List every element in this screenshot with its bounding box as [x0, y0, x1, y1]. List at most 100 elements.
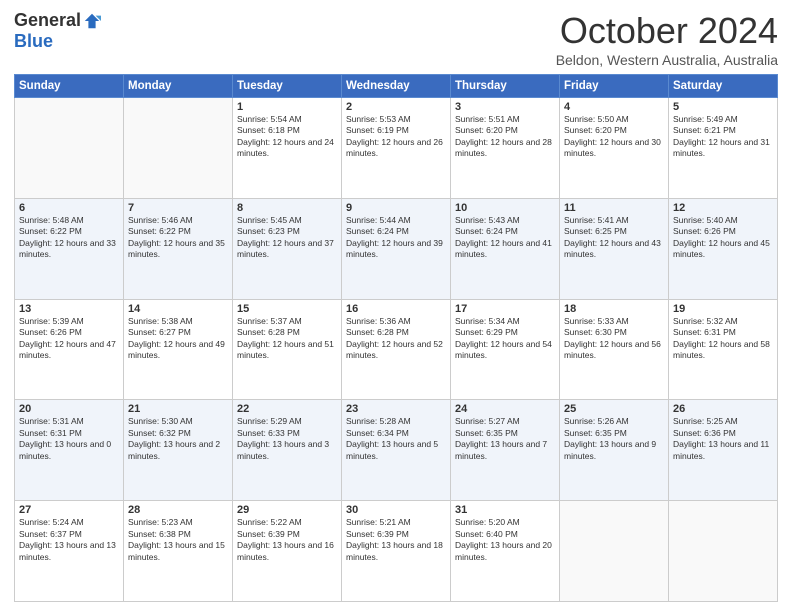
day-info: Sunrise: 5:31 AM Sunset: 6:31 PM Dayligh… [19, 416, 119, 462]
day-info: Sunrise: 5:54 AM Sunset: 6:18 PM Dayligh… [237, 114, 337, 160]
calendar-cell: 18Sunrise: 5:33 AM Sunset: 6:30 PM Dayli… [560, 299, 669, 400]
calendar-day-header: Saturday [669, 75, 778, 98]
calendar-cell: 7Sunrise: 5:46 AM Sunset: 6:22 PM Daylig… [124, 198, 233, 299]
calendar-cell [560, 501, 669, 602]
location-title: Beldon, Western Australia, Australia [556, 52, 778, 68]
day-info: Sunrise: 5:39 AM Sunset: 6:26 PM Dayligh… [19, 316, 119, 362]
calendar-cell: 4Sunrise: 5:50 AM Sunset: 6:20 PM Daylig… [560, 98, 669, 199]
day-number: 24 [455, 403, 555, 415]
day-info: Sunrise: 5:27 AM Sunset: 6:35 PM Dayligh… [455, 416, 555, 462]
day-number: 31 [455, 504, 555, 516]
day-number: 18 [564, 303, 664, 315]
day-number: 30 [346, 504, 446, 516]
day-number: 19 [673, 303, 773, 315]
day-info: Sunrise: 5:40 AM Sunset: 6:26 PM Dayligh… [673, 215, 773, 261]
day-number: 10 [455, 202, 555, 214]
day-number: 15 [237, 303, 337, 315]
day-number: 4 [564, 101, 664, 113]
calendar-cell: 15Sunrise: 5:37 AM Sunset: 6:28 PM Dayli… [233, 299, 342, 400]
day-info: Sunrise: 5:37 AM Sunset: 6:28 PM Dayligh… [237, 316, 337, 362]
day-number: 9 [346, 202, 446, 214]
day-info: Sunrise: 5:53 AM Sunset: 6:19 PM Dayligh… [346, 114, 446, 160]
day-number: 8 [237, 202, 337, 214]
calendar-day-header: Tuesday [233, 75, 342, 98]
calendar-day-header: Wednesday [342, 75, 451, 98]
calendar-cell: 11Sunrise: 5:41 AM Sunset: 6:25 PM Dayli… [560, 198, 669, 299]
calendar-cell: 10Sunrise: 5:43 AM Sunset: 6:24 PM Dayli… [451, 198, 560, 299]
calendar-cell [15, 98, 124, 199]
logo: General Blue [14, 10, 101, 52]
calendar-cell: 14Sunrise: 5:38 AM Sunset: 6:27 PM Dayli… [124, 299, 233, 400]
day-number: 2 [346, 101, 446, 113]
calendar-cell [669, 501, 778, 602]
calendar-table: SundayMondayTuesdayWednesdayThursdayFrid… [14, 74, 778, 602]
calendar-cell: 28Sunrise: 5:23 AM Sunset: 6:38 PM Dayli… [124, 501, 233, 602]
day-number: 13 [19, 303, 119, 315]
calendar-cell [124, 98, 233, 199]
calendar-cell: 29Sunrise: 5:22 AM Sunset: 6:39 PM Dayli… [233, 501, 342, 602]
day-info: Sunrise: 5:22 AM Sunset: 6:39 PM Dayligh… [237, 517, 337, 563]
day-info: Sunrise: 5:20 AM Sunset: 6:40 PM Dayligh… [455, 517, 555, 563]
day-info: Sunrise: 5:28 AM Sunset: 6:34 PM Dayligh… [346, 416, 446, 462]
day-info: Sunrise: 5:33 AM Sunset: 6:30 PM Dayligh… [564, 316, 664, 362]
day-info: Sunrise: 5:50 AM Sunset: 6:20 PM Dayligh… [564, 114, 664, 160]
day-number: 16 [346, 303, 446, 315]
calendar-cell: 25Sunrise: 5:26 AM Sunset: 6:35 PM Dayli… [560, 400, 669, 501]
day-number: 25 [564, 403, 664, 415]
calendar-week-row: 6Sunrise: 5:48 AM Sunset: 6:22 PM Daylig… [15, 198, 778, 299]
logo-blue: Blue [14, 31, 53, 52]
day-number: 6 [19, 202, 119, 214]
calendar-cell: 19Sunrise: 5:32 AM Sunset: 6:31 PM Dayli… [669, 299, 778, 400]
day-info: Sunrise: 5:41 AM Sunset: 6:25 PM Dayligh… [564, 215, 664, 261]
day-info: Sunrise: 5:32 AM Sunset: 6:31 PM Dayligh… [673, 316, 773, 362]
month-title: October 2024 [556, 10, 778, 52]
calendar-cell: 22Sunrise: 5:29 AM Sunset: 6:33 PM Dayli… [233, 400, 342, 501]
calendar-cell: 17Sunrise: 5:34 AM Sunset: 6:29 PM Dayli… [451, 299, 560, 400]
day-number: 14 [128, 303, 228, 315]
calendar-cell: 9Sunrise: 5:44 AM Sunset: 6:24 PM Daylig… [342, 198, 451, 299]
logo-icon [83, 12, 101, 30]
day-info: Sunrise: 5:23 AM Sunset: 6:38 PM Dayligh… [128, 517, 228, 563]
logo-general: General [14, 10, 81, 31]
title-block: October 2024 Beldon, Western Australia, … [556, 10, 778, 68]
day-number: 29 [237, 504, 337, 516]
calendar-cell: 24Sunrise: 5:27 AM Sunset: 6:35 PM Dayli… [451, 400, 560, 501]
calendar-cell: 6Sunrise: 5:48 AM Sunset: 6:22 PM Daylig… [15, 198, 124, 299]
day-number: 1 [237, 101, 337, 113]
calendar-day-header: Friday [560, 75, 669, 98]
day-number: 20 [19, 403, 119, 415]
day-number: 22 [237, 403, 337, 415]
calendar-day-header: Monday [124, 75, 233, 98]
day-number: 27 [19, 504, 119, 516]
calendar-cell: 20Sunrise: 5:31 AM Sunset: 6:31 PM Dayli… [15, 400, 124, 501]
day-number: 26 [673, 403, 773, 415]
day-number: 17 [455, 303, 555, 315]
day-info: Sunrise: 5:30 AM Sunset: 6:32 PM Dayligh… [128, 416, 228, 462]
calendar-day-header: Sunday [15, 75, 124, 98]
calendar-cell: 1Sunrise: 5:54 AM Sunset: 6:18 PM Daylig… [233, 98, 342, 199]
day-info: Sunrise: 5:48 AM Sunset: 6:22 PM Dayligh… [19, 215, 119, 261]
calendar-cell: 12Sunrise: 5:40 AM Sunset: 6:26 PM Dayli… [669, 198, 778, 299]
day-number: 23 [346, 403, 446, 415]
day-info: Sunrise: 5:26 AM Sunset: 6:35 PM Dayligh… [564, 416, 664, 462]
day-info: Sunrise: 5:34 AM Sunset: 6:29 PM Dayligh… [455, 316, 555, 362]
day-number: 21 [128, 403, 228, 415]
day-info: Sunrise: 5:29 AM Sunset: 6:33 PM Dayligh… [237, 416, 337, 462]
calendar-cell: 3Sunrise: 5:51 AM Sunset: 6:20 PM Daylig… [451, 98, 560, 199]
calendar-cell: 16Sunrise: 5:36 AM Sunset: 6:28 PM Dayli… [342, 299, 451, 400]
day-number: 3 [455, 101, 555, 113]
day-number: 28 [128, 504, 228, 516]
day-info: Sunrise: 5:44 AM Sunset: 6:24 PM Dayligh… [346, 215, 446, 261]
day-info: Sunrise: 5:45 AM Sunset: 6:23 PM Dayligh… [237, 215, 337, 261]
day-info: Sunrise: 5:24 AM Sunset: 6:37 PM Dayligh… [19, 517, 119, 563]
day-number: 5 [673, 101, 773, 113]
calendar-week-row: 27Sunrise: 5:24 AM Sunset: 6:37 PM Dayli… [15, 501, 778, 602]
calendar-cell: 13Sunrise: 5:39 AM Sunset: 6:26 PM Dayli… [15, 299, 124, 400]
calendar-cell: 8Sunrise: 5:45 AM Sunset: 6:23 PM Daylig… [233, 198, 342, 299]
calendar-cell: 23Sunrise: 5:28 AM Sunset: 6:34 PM Dayli… [342, 400, 451, 501]
day-number: 12 [673, 202, 773, 214]
calendar-cell: 21Sunrise: 5:30 AM Sunset: 6:32 PM Dayli… [124, 400, 233, 501]
calendar-cell: 30Sunrise: 5:21 AM Sunset: 6:39 PM Dayli… [342, 501, 451, 602]
day-info: Sunrise: 5:36 AM Sunset: 6:28 PM Dayligh… [346, 316, 446, 362]
day-info: Sunrise: 5:43 AM Sunset: 6:24 PM Dayligh… [455, 215, 555, 261]
